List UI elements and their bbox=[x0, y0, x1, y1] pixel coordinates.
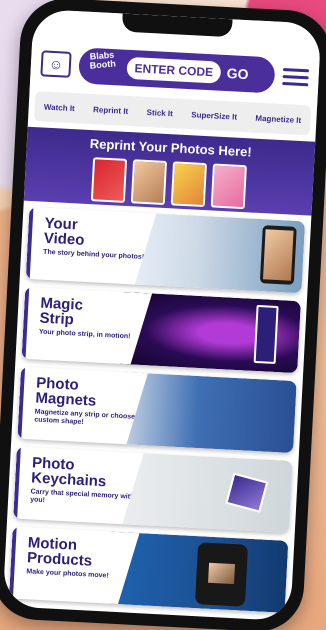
card-subtitle: Make your photos move! bbox=[26, 568, 109, 580]
product-card-your-video[interactable]: Your Video The story behind your photos! bbox=[26, 207, 306, 294]
phone-photo-image bbox=[259, 225, 297, 285]
card-text: Magic Strip Your photo strip, in motion! bbox=[22, 287, 153, 366]
product-list: Your Video The story behind your photos!… bbox=[3, 201, 311, 614]
photo-strip-thumbnail bbox=[170, 161, 208, 208]
nav-item-magnetize-it[interactable]: Magnetize It bbox=[255, 113, 301, 124]
account-icon[interactable]: ☺ bbox=[40, 50, 72, 78]
reprint-banner[interactable]: Reprint Your Photos Here! bbox=[23, 126, 316, 216]
backpack-photo-icon bbox=[194, 542, 249, 607]
card-subtitle: Carry that special memory with you! bbox=[29, 488, 135, 505]
go-button[interactable]: GO bbox=[226, 65, 249, 82]
photo-strip-thumbnail bbox=[210, 163, 247, 210]
product-card-photo-keychains[interactable]: Photo Keychains Carry that special memor… bbox=[13, 447, 293, 533]
card-text: Photo Keychains Carry that special memor… bbox=[13, 447, 144, 526]
card-text: Photo Magnets Magnetize any strip or cho… bbox=[17, 367, 148, 446]
photo-strip-icon bbox=[253, 304, 279, 365]
card-subtitle: Your photo strip, in motion! bbox=[38, 328, 131, 341]
nav-item-stick-it[interactable]: Stick It bbox=[146, 107, 173, 117]
card-subtitle: The story behind your photos! bbox=[42, 248, 145, 261]
nav-item-watch-it[interactable]: Watch It bbox=[44, 102, 75, 113]
card-text: Your Video The story behind your photos! bbox=[26, 207, 157, 286]
card-subtitle: Magnetize any strip or choose a custom s… bbox=[34, 408, 141, 427]
nav-item-supersize-it[interactable]: SuperSize It bbox=[191, 110, 237, 121]
brand-logo[interactable]: Blabs Booth bbox=[84, 50, 122, 83]
keychain-photo-icon bbox=[225, 472, 269, 513]
card-text: Motion Products Make your photos move! bbox=[9, 526, 140, 605]
product-card-motion-products[interactable]: Motion Products Make your photos move! bbox=[9, 526, 289, 613]
nav-item-reprint-it[interactable]: Reprint It bbox=[93, 105, 129, 116]
phone-screen: ☺ Blabs Booth GO Watch It Reprint It Sti… bbox=[2, 8, 322, 622]
hamburger-menu-icon[interactable] bbox=[282, 67, 310, 86]
photo-print-thumbnail bbox=[130, 159, 168, 205]
phone-frame: ☺ Blabs Booth GO Watch It Reprint It Sti… bbox=[0, 0, 326, 630]
enter-code-input[interactable] bbox=[126, 56, 222, 84]
product-card-photo-magnets[interactable]: Photo Magnets Magnetize any strip or cho… bbox=[17, 367, 297, 454]
code-entry-bar: Blabs Booth GO bbox=[78, 47, 276, 94]
photo-print-thumbnail bbox=[90, 157, 128, 203]
product-card-magic-strip[interactable]: Magic Strip Your photo strip, in motion! bbox=[22, 287, 301, 374]
